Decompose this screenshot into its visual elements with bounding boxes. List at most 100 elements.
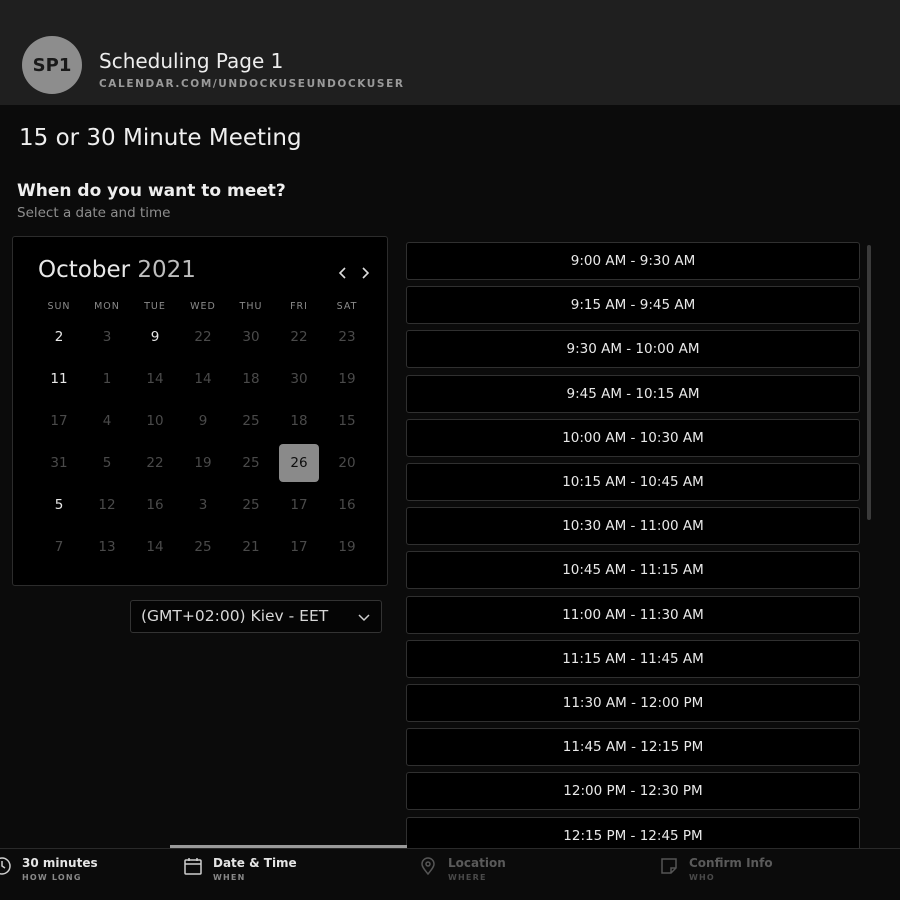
time-slot-scrollbar[interactable] xyxy=(867,245,871,520)
weekday-label-fri: FRI xyxy=(290,301,308,312)
calendar-day: 21 xyxy=(242,539,260,555)
weekday-label-thu: THU xyxy=(239,301,263,312)
calendar-week-row: 7 13 14 25 21 17 19 xyxy=(35,528,371,566)
page-header: SP1 Scheduling Page 1 CALENDAR.COM/UNDOC… xyxy=(0,0,900,105)
calendar-week-row: 11 1 14 14 18 30 19 xyxy=(35,360,371,398)
step-label: Date & Time xyxy=(213,856,297,870)
calendar-day: 30 xyxy=(290,371,308,387)
time-slot-button[interactable]: 11:45 AM - 12:15 PM xyxy=(406,728,860,767)
calendar-day: 22 xyxy=(146,455,164,471)
time-slot-button[interactable]: 9:00 AM - 9:30 AM xyxy=(406,242,860,280)
calendar-month-label: October 2021 xyxy=(38,257,196,283)
calendar-year: 2021 xyxy=(137,257,196,283)
calendar-day: 17 xyxy=(290,539,308,555)
time-slot-button[interactable]: 10:45 AM - 11:15 AM xyxy=(406,551,860,590)
chevron-right-icon xyxy=(362,267,370,279)
time-slot-button[interactable]: 11:00 AM - 11:30 AM xyxy=(406,595,860,634)
calendar-day: 3 xyxy=(102,329,112,345)
calendar-day: 13 xyxy=(98,539,116,555)
calendar-week-row: 5 12 16 3 25 17 16 xyxy=(35,486,371,524)
calendar-day: 4 xyxy=(102,413,112,429)
calendar-day: 14 xyxy=(146,539,164,555)
time-slot-button[interactable]: 9:15 AM - 9:45 AM xyxy=(406,286,860,325)
calendar-day: 18 xyxy=(242,371,260,387)
step-location[interactable]: Location WHERE xyxy=(418,856,506,882)
calendar-day: 25 xyxy=(242,497,260,513)
calendar-day: 31 xyxy=(50,455,68,471)
calendar-day: 19 xyxy=(194,455,212,471)
time-slot-button[interactable]: 9:30 AM - 10:00 AM xyxy=(406,330,860,369)
active-step-indicator xyxy=(170,845,407,848)
step-sublabel: WHEN xyxy=(213,873,246,882)
step-date-time[interactable]: Date & Time WHEN xyxy=(183,856,297,882)
calendar-day: 17 xyxy=(290,497,308,513)
calendar-day: 20 xyxy=(338,455,356,471)
time-slot-button[interactable]: 11:30 AM - 12:00 PM xyxy=(406,684,860,722)
calendar-week-row: 2 3 9 22 30 22 23 xyxy=(35,318,371,356)
chevron-left-icon xyxy=(338,267,346,279)
calendar-day: 16 xyxy=(146,497,164,513)
calendar-week-row: 17 4 10 9 25 18 15 xyxy=(35,402,371,440)
calendar-day: 12 xyxy=(98,497,116,513)
time-slot-list: 9:00 AM - 9:30 AM 9:15 AM - 9:45 AM 9:30 A… xyxy=(398,240,863,852)
location-pin-icon xyxy=(418,856,440,878)
weekday-header: SUN MON TUE WED THU FRI SAT xyxy=(35,301,371,312)
calendar-day: 22 xyxy=(194,329,212,345)
note-icon xyxy=(659,856,681,878)
date-picker: October 2021 SUN MON TUE WED THU FRI SAT 2 3 9 22… xyxy=(12,236,388,586)
time-slot-button[interactable]: 11:15 AM - 11:45 AM xyxy=(406,639,860,678)
avatar: SP1 xyxy=(22,36,82,94)
step-30-minutes[interactable]: 30 minutes HOW LONG xyxy=(0,856,98,882)
weekday-label-tue: TUE xyxy=(144,301,166,312)
calendar-day: 7 xyxy=(54,539,64,555)
calendar-day: 19 xyxy=(338,539,356,555)
calendar-week-row: 31 5 22 19 25 26 20 xyxy=(35,444,371,482)
time-slot-button[interactable]: 10:00 AM - 10:30 AM xyxy=(406,418,860,457)
calendar-day-selected[interactable]: 26 xyxy=(279,444,319,482)
timezone-select[interactable]: (GMT+02:00) Kiev - EET xyxy=(130,600,382,633)
time-slot-button[interactable]: 12:15 PM - 12:45 PM xyxy=(406,816,860,852)
next-month-button[interactable] xyxy=(359,263,371,285)
calendar-day: 25 xyxy=(242,413,260,429)
step-confirm-info[interactable]: Confirm Info WHO xyxy=(659,856,773,882)
time-slot-button[interactable]: 12:00 PM - 12:30 PM xyxy=(406,772,860,811)
meeting-title: 15 or 30 Minute Meeting xyxy=(19,125,302,151)
scheduling-page-url[interactable]: CALENDAR.COM/UNDOCKUSEUNDOCKUSER xyxy=(99,78,405,90)
calendar-day: 14 xyxy=(194,371,212,387)
section-subtitle: Select a date and time xyxy=(17,205,171,221)
weekday-label-mon: MON xyxy=(94,301,120,312)
calendar-day: 22 xyxy=(290,329,308,345)
calendar-day[interactable]: 2 xyxy=(35,318,83,356)
calendar-day: 23 xyxy=(338,329,356,345)
calendar-day[interactable]: 5 xyxy=(35,486,83,524)
time-slot-button[interactable]: 10:15 AM - 10:45 AM xyxy=(406,463,860,501)
calendar-day: 10 xyxy=(146,413,164,429)
calendar-day[interactable]: 9 xyxy=(131,318,179,356)
step-label: Confirm Info xyxy=(689,856,773,870)
calendar-day: 5 xyxy=(102,455,112,471)
calendar-day: 14 xyxy=(146,371,164,387)
calendar-day: 30 xyxy=(242,329,260,345)
weekday-label-sat: SAT xyxy=(336,301,358,312)
calendar-day: 15 xyxy=(338,413,356,429)
step-sublabel: HOW LONG xyxy=(22,873,82,882)
calendar-day[interactable]: 11 xyxy=(35,360,83,398)
step-label: 30 minutes xyxy=(22,856,98,870)
clock-icon xyxy=(0,856,14,878)
chevron-down-icon xyxy=(357,608,371,626)
section-title: When do you want to meet? xyxy=(17,181,286,201)
weekday-label-wed: WED xyxy=(190,301,216,312)
calendar-day: 1 xyxy=(102,371,112,387)
calendar-icon xyxy=(183,856,205,878)
calendar-day: 9 xyxy=(198,413,208,429)
time-slot-button[interactable]: 9:45 AM - 10:15 AM xyxy=(406,374,860,413)
calendar-day: 25 xyxy=(194,539,212,555)
prev-month-button[interactable] xyxy=(337,263,349,285)
calendar-day: 3 xyxy=(198,497,208,513)
calendar-day: 19 xyxy=(338,371,356,387)
step-sublabel: WHO xyxy=(689,873,715,882)
calendar-month: October xyxy=(38,257,131,283)
time-slot-button[interactable]: 10:30 AM - 11:00 AM xyxy=(406,507,860,546)
calendar-day: 16 xyxy=(338,497,356,513)
weekday-label-sun: SUN xyxy=(47,301,71,312)
